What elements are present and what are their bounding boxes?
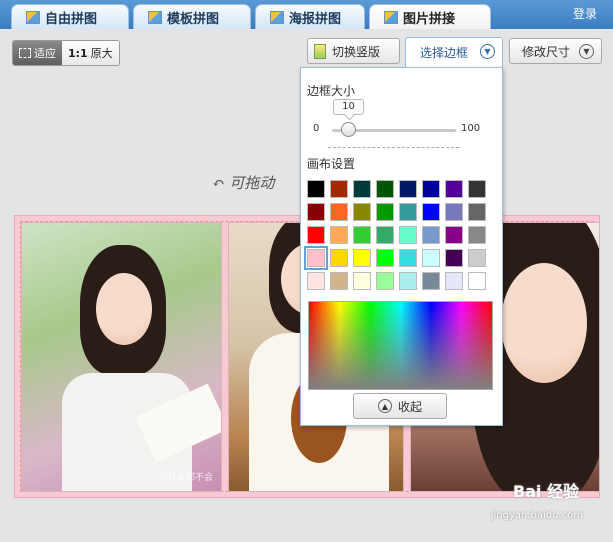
color-swatch[interactable] [468,272,486,290]
color-swatch[interactable] [304,246,328,270]
ratio-label: 1:1 [68,46,88,60]
fit-icon [19,48,31,58]
face-shape [501,263,587,383]
color-swatch[interactable] [422,203,440,221]
color-swatch[interactable] [307,203,325,221]
color-swatch[interactable] [376,226,394,244]
color-swatch[interactable] [330,272,348,290]
color-swatch[interactable] [353,226,371,244]
chevron-down-icon: ▼ [579,44,594,59]
color-swatch[interactable] [445,272,463,290]
color-swatch[interactable] [353,203,371,221]
color-swatch[interactable] [376,249,394,267]
color-swatch[interactable] [353,249,371,267]
slider-min-label: 0 [313,123,320,134]
color-swatch[interactable] [399,203,417,221]
face-shape [96,273,152,345]
divider [328,147,459,148]
color-swatch[interactable] [376,180,394,198]
collapse-label: 收起 [397,399,422,414]
slider-value-bubble: 10 [333,99,364,115]
select-border-label: 选择边框 [420,46,469,60]
baidu-jingyan-logo: Bai 经验 [512,482,579,501]
color-swatch[interactable] [422,272,440,290]
switch-vertical-button[interactable]: 切换竖版 [307,38,400,64]
color-swatch[interactable] [445,249,463,267]
photo-1[interactable]: ©什么都不会 [21,222,222,492]
select-border-button[interactable]: 选择边框 ▼ [405,37,503,67]
original-size-label: 原大 [90,47,113,60]
canvas-settings-title: 画布设置 [307,157,356,171]
tab-poster-collage[interactable]: 海报拼图 [255,4,365,29]
color-swatch[interactable] [330,180,348,198]
tab-image-stitch[interactable]: 图片拼接 [369,4,491,29]
color-swatch[interactable] [422,249,440,267]
tab-label: 模板拼图 [167,11,220,27]
color-swatch-grid [304,180,486,290]
color-swatch[interactable] [376,272,394,290]
tab-label: 海报拼图 [289,11,342,27]
layout-icon [314,43,326,59]
color-swatch[interactable] [422,180,440,198]
color-swatch[interactable] [353,272,371,290]
original-size-button[interactable]: 1:1 原大 [62,41,119,65]
color-swatch[interactable] [330,203,348,221]
color-swatch[interactable] [307,180,325,198]
color-spectrum-picker[interactable] [308,301,493,390]
border-popup: 边框大小 10 0 100 画布设置 ▲ 收起 [300,67,503,426]
color-swatch[interactable] [445,203,463,221]
color-swatch[interactable] [330,249,348,267]
switch-vertical-label: 切换竖版 [332,44,381,59]
color-swatch[interactable] [422,226,440,244]
collapse-button[interactable]: ▲ 收起 [353,393,447,419]
photo-watermark: ©什么都不会 [158,473,213,483]
fit-label: 适应 [34,47,56,60]
color-swatch[interactable] [399,226,417,244]
color-swatch[interactable] [468,249,486,267]
slider-max-label: 100 [461,123,481,134]
color-swatch[interactable] [353,180,371,198]
poster-collage-icon [270,10,284,24]
tab-template-collage[interactable]: 模板拼图 [133,4,251,29]
watermark-url: jingyan.baidu.com [490,510,583,521]
drag-hint: ↶ 可拖动 [212,174,275,192]
chevron-up-icon: ▲ [377,399,392,413]
color-swatch[interactable] [330,226,348,244]
color-swatch[interactable] [399,249,417,267]
color-swatch[interactable] [468,226,486,244]
color-swatch[interactable] [307,272,325,290]
chevron-down-icon: ▼ [480,44,495,59]
border-size-slider-handle[interactable] [341,122,356,137]
login-link[interactable]: 登录 [573,5,597,22]
resize-label: 修改尺寸 [522,44,571,59]
border-size-title: 边框大小 [307,84,356,98]
color-swatch[interactable] [399,180,417,198]
image-stitch-icon [384,10,398,24]
zoom-mode-group: 适应 1:1 原大 [12,40,120,66]
top-tab-bar: 自由拼图 模板拼图 海报拼图 图片拼接 登录 [0,0,613,29]
color-swatch[interactable] [445,226,463,244]
free-collage-icon [26,10,40,24]
fit-button[interactable]: 适应 [13,41,62,65]
color-swatch[interactable] [376,203,394,221]
template-collage-icon [148,10,162,24]
color-swatch[interactable] [307,226,325,244]
color-swatch[interactable] [468,203,486,221]
tab-label: 自由拼图 [45,11,98,27]
color-swatch[interactable] [399,272,417,290]
resize-button[interactable]: 修改尺寸 ▼ [509,38,602,64]
color-swatch[interactable] [468,180,486,198]
color-swatch[interactable] [445,180,463,198]
tab-free-collage[interactable]: 自由拼图 [11,4,129,29]
tab-label: 图片拼接 [403,11,456,27]
